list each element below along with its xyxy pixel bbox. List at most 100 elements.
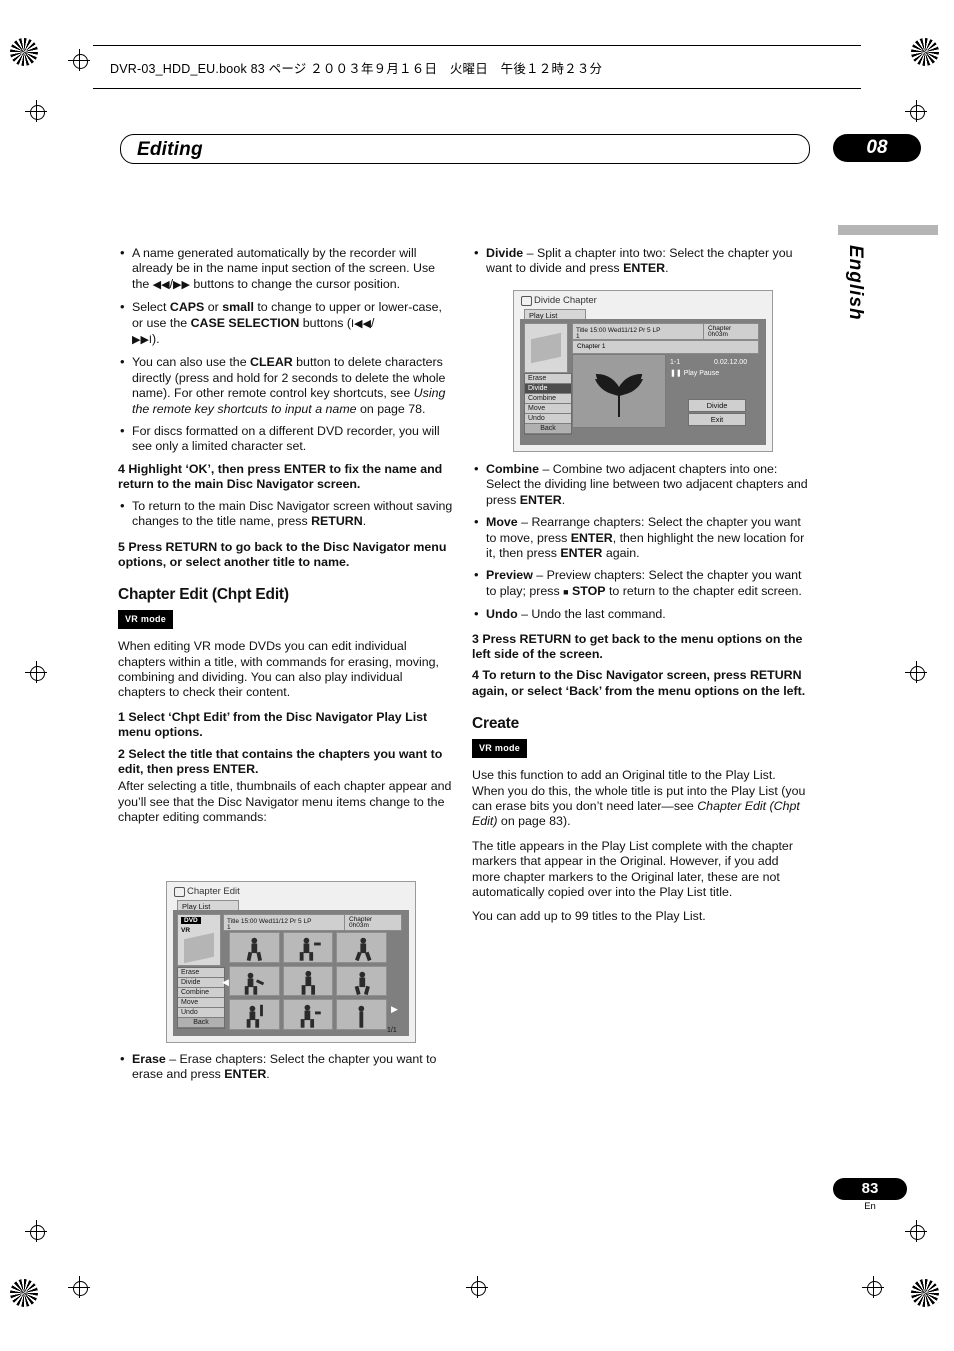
crop-mark-left-upper [25,100,47,122]
crop-mark-right-middle [905,661,927,683]
thumbnail[interactable] [336,965,387,997]
menu-item-move[interactable]: Move [525,404,571,414]
divide-chapter-screenshot: Divide Chapter Play List Erase Divide Co… [513,290,773,452]
menu-item-divide[interactable]: Divide [178,978,224,988]
crop-mark-top-left [68,49,90,71]
chapter-title-bar: Editing [120,134,810,164]
disc-type-badge: DVD [181,917,201,924]
step-4: 4 To return to the Disc Navigator screen… [472,668,806,698]
disc-icon [174,887,185,897]
chapter-edit-screenshot: Chapter Edit Play List DVD VR Erase Divi… [166,881,416,1043]
osd-chapter-time: 0h03m [349,922,369,929]
thumbnail[interactable] [229,932,280,963]
osd-page-indicator: 1/1 [387,1027,397,1034]
list-item: Select CAPS or small to change to upper … [118,299,453,348]
right-column: Divide – Split a chapter into two: Selec… [472,245,810,284]
list-item: A name generated automatically by the re… [118,245,453,293]
list-item: To return to the main Disc Navigator scr… [118,498,453,530]
osd-chapter-line-text: Chapter 1 [577,343,606,350]
page-number-badge: 83 [833,1178,907,1200]
vr-mode-badge: VR mode [118,609,174,630]
osd-chapter-box: Chapter 0h03m [344,914,402,931]
crop-mark-bottom-left [68,1276,90,1298]
menu-item-erase[interactable]: Erase [525,374,571,384]
list-item: You can also use the CLEAR button to del… [118,354,453,417]
vr-mode-badge: VR mode [472,738,528,759]
menu-item-back[interactable]: Back [178,1018,224,1028]
registration-mark-bottom-left [10,1279,38,1307]
crop-mark-right-upper [905,100,927,122]
step-2-body: After selecting a title, thumbnails of e… [118,779,452,825]
list-item: Undo – Undo the last command. [472,606,810,622]
menu-item-combine[interactable]: Combine [525,394,571,404]
osd-chapter-time: 0h03m [708,331,728,338]
language-tab-bar [838,225,938,235]
thumbnail[interactable] [229,965,280,997]
menu-item-divide[interactable]: Divide [525,384,571,394]
osd-chapter-box: Chapter 0h03m [703,323,759,340]
disc-icon [521,296,532,306]
step-3: 3 Press RETURN to get back to the menu o… [472,631,803,662]
registration-mark-top-left [10,38,38,66]
registration-mark-bottom-right [911,1279,939,1307]
left-column-lower: Erase – Erase chapters: Select the chapt… [118,1051,453,1090]
osd-window-title: Divide Chapter [534,295,597,306]
header-rule-bottom [93,88,861,89]
menu-item-erase[interactable]: Erase [178,968,224,978]
page-title: Editing [137,139,203,160]
osd-title-bar: Title 15:00 Wed11/12 Pr 5 LP 1 [572,323,704,340]
menu-item-combine[interactable]: Combine [178,988,224,998]
thumbnail[interactable] [282,999,334,1030]
osd-title-bar-text: Title 15:00 Wed11/12 Pr 5 LP [576,327,661,334]
right-column-lower: Combine – Combine two adjacent chapters … [472,461,810,934]
book-source-line: DVR-03_HDD_EU.book 83 ページ ２００３年９月１６日 火曜日… [110,62,603,76]
section-heading-create: Create [472,715,520,733]
disc-thumbnail [184,932,214,964]
osd-thumbnail-grid [229,932,387,1030]
divide-button[interactable]: Divide [688,399,746,412]
thumbnail[interactable] [282,932,334,963]
registration-mark-top-right [911,38,939,66]
step-1: 1 Select ‘Chpt Edit’ from the Disc Navig… [118,709,428,740]
crop-mark-left-middle [25,661,47,683]
menu-item-back[interactable]: Back [525,424,571,434]
thumbnail[interactable] [336,932,387,963]
osd-menu: Erase Divide Combine Move Undo Back [524,373,572,435]
osd-title-bar-text: Title 15:00 Wed11/12 Pr 5 LP [227,918,312,925]
osd-counter-right: 0.02.12.00 [714,359,748,366]
osd-counter-left: 1-1 [670,359,681,366]
list-item: Preview – Preview chapters: Select the c… [472,567,810,600]
thumbnail[interactable] [282,965,334,997]
list-item: Divide – Split a chapter into two: Selec… [472,245,810,277]
menu-item-undo[interactable]: Undo [178,1008,224,1018]
chapter-number-badge: 08 [833,134,921,162]
crop-mark-bottom-center [466,1276,488,1298]
osd-title-number: 1 [576,333,580,340]
osd-title-number: 1 [227,924,231,931]
osd-title-bar: Title 15:00 Wed11/12 Pr 5 LP 1 [223,914,345,931]
menu-item-undo[interactable]: Undo [525,414,571,424]
menu-item-move[interactable]: Move [178,998,224,1008]
osd-window-title: Chapter Edit [187,886,240,897]
next-page-arrow-icon[interactable]: ▶ [391,1004,398,1015]
thumbnail[interactable] [229,999,280,1030]
osd-chapter-line: Chapter 1 [572,340,759,354]
page-number-suffix: En [864,1201,876,1212]
header-rule-top [93,45,861,46]
prev-page-arrow-icon[interactable]: ◀ [222,977,229,988]
osd-menu: Erase Divide Combine Move Undo Back [177,967,225,1029]
chapter-edit-intro: When editing VR mode DVDs you can edit i… [118,639,439,700]
step-2: 2 Select the title that contains the cha… [118,746,443,776]
section-heading-chapter-edit: Chapter Edit (Chpt Edit) [118,586,289,604]
create-para-2: The title appears in the Play List compl… [472,838,793,899]
create-para-1: Use this function to add an Original tit… [472,768,806,829]
exit-button[interactable]: Exit [688,413,746,426]
list-item: For discs formatted on a different DVD r… [118,423,453,455]
step-4: 4 Highlight ‘OK’, then press ENTER to fi… [118,461,443,492]
osd-disc-info-panel: DVD VR [177,914,221,966]
language-label: English [845,245,866,321]
crop-mark-left-lower [25,1220,47,1242]
osd-play-state: ❚❚ Play Pause [670,370,720,377]
thumbnail[interactable] [336,999,387,1030]
disc-thumbnail [531,332,561,364]
